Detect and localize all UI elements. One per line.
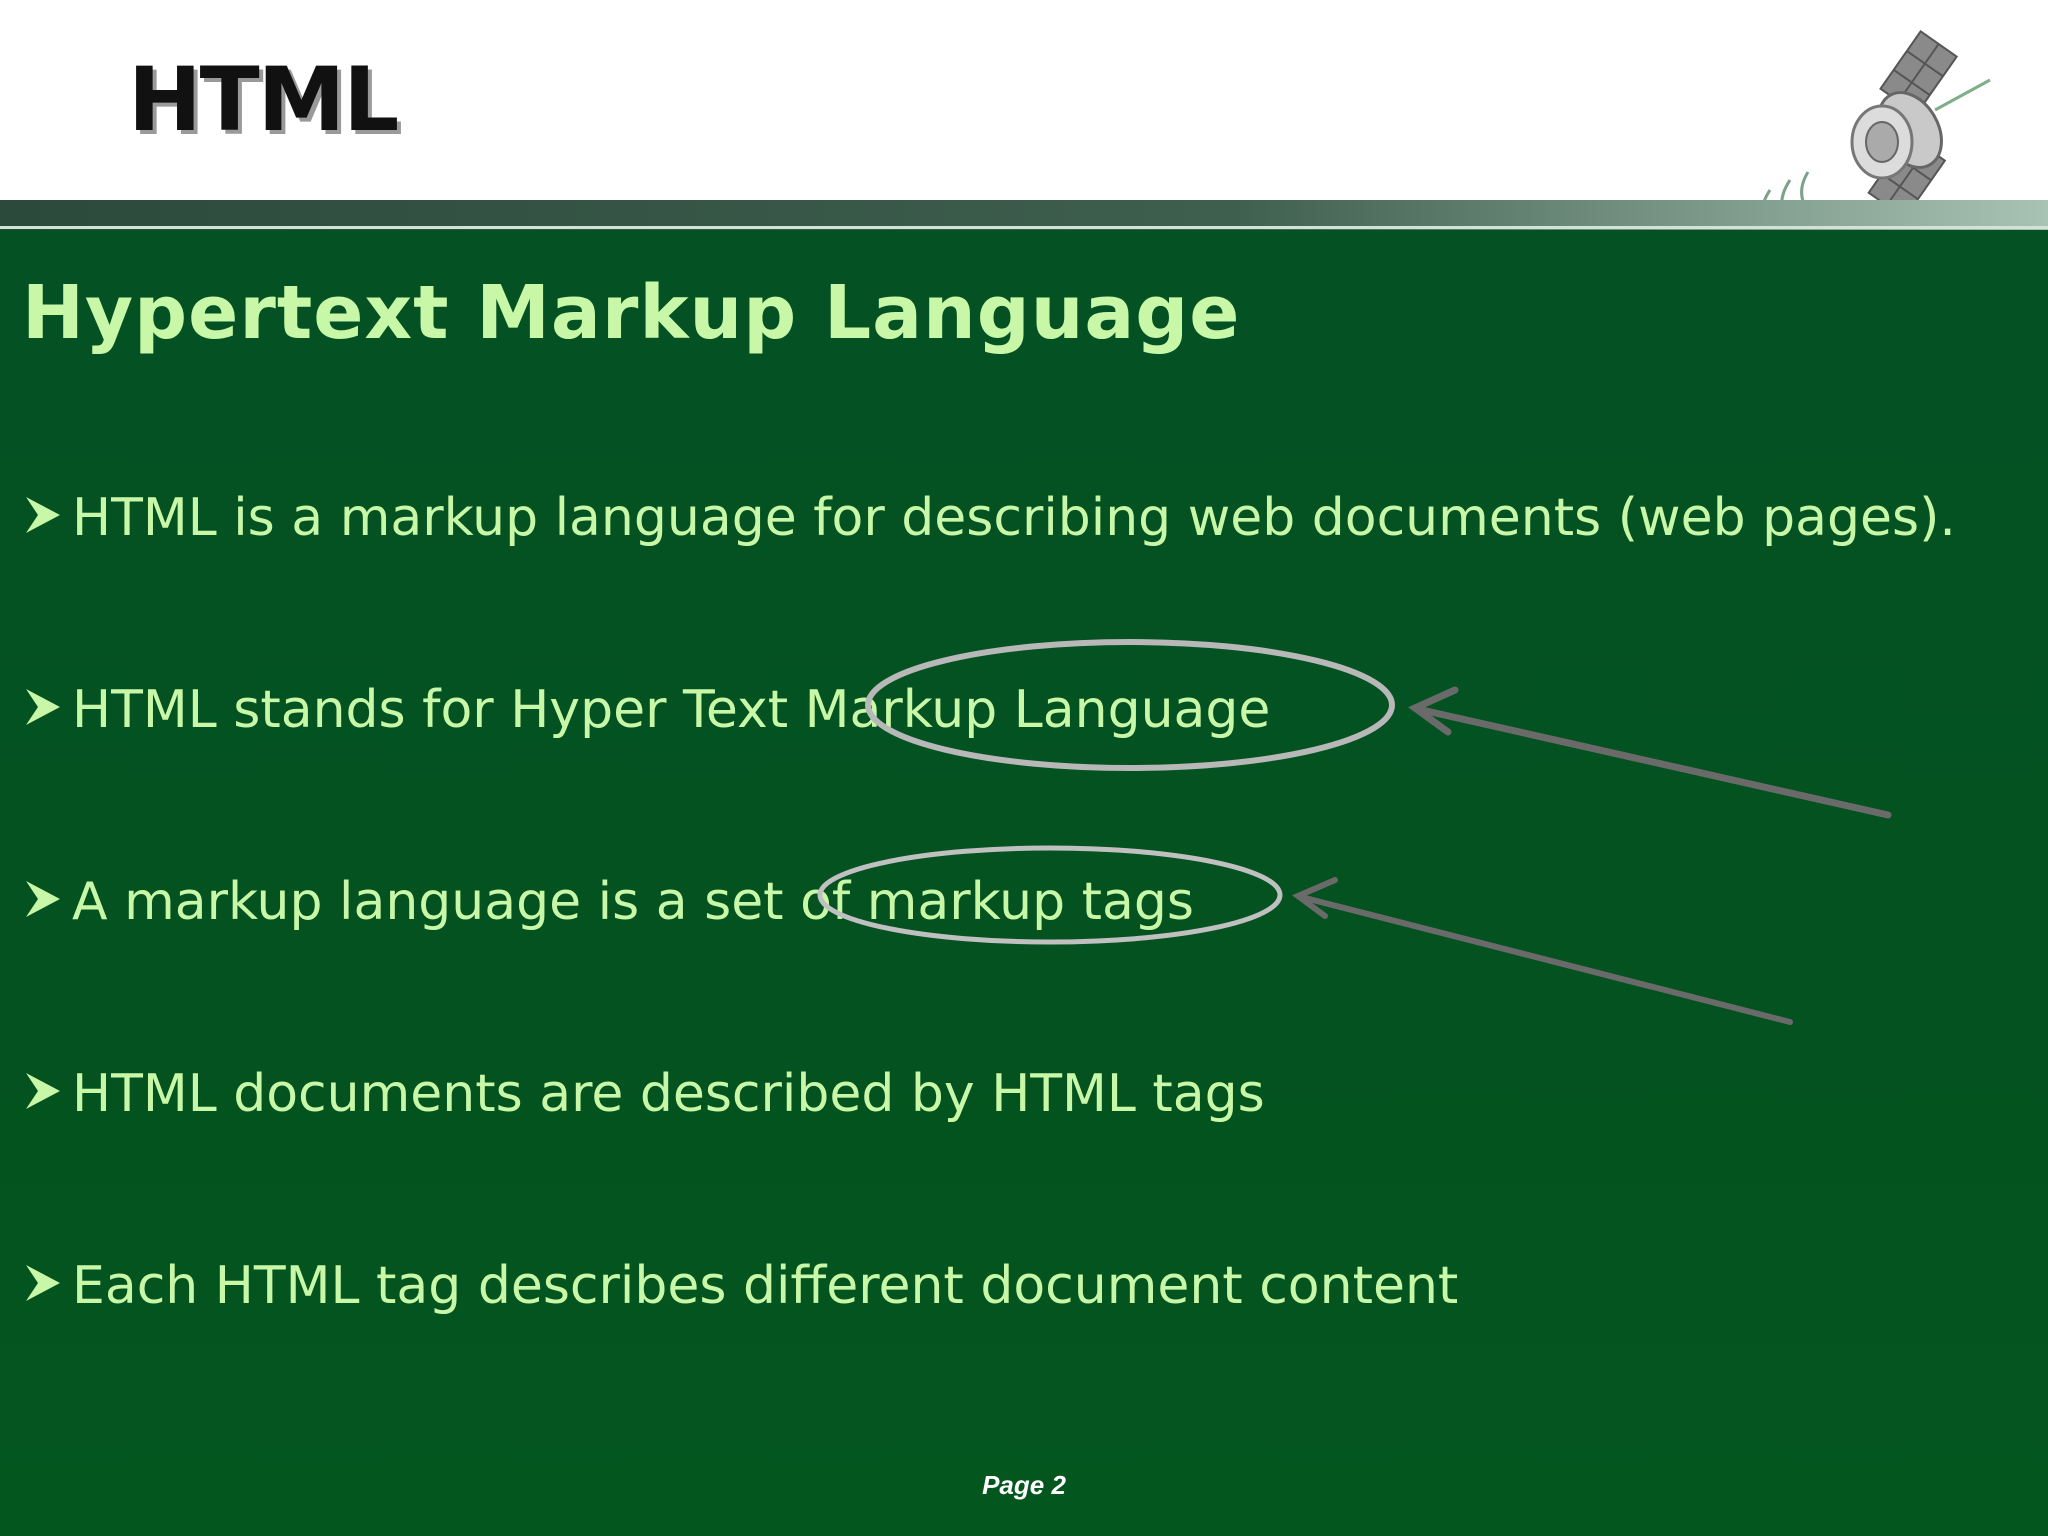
bullet-item: A markup language is a set of markup tag… xyxy=(22,872,1194,932)
arrowhead-bullet-icon xyxy=(26,881,60,917)
bullet-text: HTML stands for Hyper Text Markup Langua… xyxy=(72,680,1271,740)
bullet-item: HTML stands for Hyper Text Markup Langua… xyxy=(22,680,1270,740)
bullet-text: A markup language is a set of markup tag… xyxy=(72,872,1195,932)
bullet-item: HTML is a markup language for describing… xyxy=(22,488,1956,548)
bullet-text: Each HTML tag describes different docume… xyxy=(72,1256,1459,1316)
arrowhead-bullet-icon xyxy=(26,1073,60,1109)
slide-subtitle: Hypertext Markup Language xyxy=(22,270,1241,356)
slide: HTML Hypertext Markup Language HTML is a… xyxy=(0,0,2048,1536)
slide-header: HTML xyxy=(0,0,2048,272)
bullet-item: Each HTML tag describes different docume… xyxy=(22,1256,1458,1316)
page-number: Page 2 xyxy=(982,1470,1066,1500)
bullet-text: HTML documents are described by HTML tag… xyxy=(72,1064,1265,1124)
arrowhead-bullet-icon xyxy=(26,497,60,533)
bullet-item: HTML documents are described by HTML tag… xyxy=(22,1064,1265,1124)
arrowhead-bullet-icon xyxy=(26,1265,60,1301)
bullet-text: HTML is a markup language for describing… xyxy=(72,488,1956,548)
header-divider-line xyxy=(0,226,2048,229)
slide-title: HTML xyxy=(128,48,399,151)
arrowhead-bullet-icon xyxy=(26,689,60,725)
